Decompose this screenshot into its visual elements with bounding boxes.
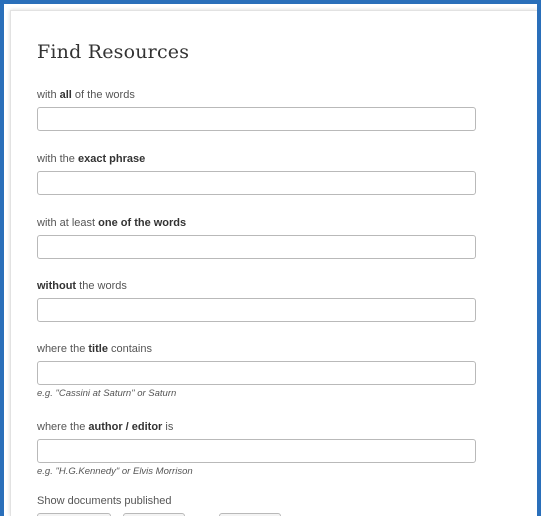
title-contains-input[interactable] <box>37 361 476 385</box>
author-hint: e.g. "H.G.Kennedy" or Elvis Morrison <box>37 466 193 477</box>
without-words-input[interactable] <box>37 298 476 322</box>
author-editor-input[interactable] <box>37 439 476 463</box>
label-one-of-words: with at least one of the words <box>37 217 187 229</box>
label-author-editor: where the author / editor is <box>37 421 174 433</box>
label-exact-phrase: with the exact phrase <box>37 153 146 165</box>
all-words-input[interactable] <box>37 107 476 131</box>
label-all-words: with all of the words <box>37 89 135 101</box>
find-resources-panel: Find Resources with all of the words wit… <box>10 10 537 516</box>
one-of-words-input[interactable] <box>37 235 476 259</box>
title-hint: e.g. "Cassini at Saturn" or Saturn <box>37 388 177 399</box>
window-frame: Find Resources with all of the words wit… <box>0 0 541 516</box>
label-show-published: Show documents published <box>37 495 172 507</box>
page-title: Find Resources <box>37 41 190 63</box>
exact-phrase-input[interactable] <box>37 171 476 195</box>
label-without-words: without the words <box>37 280 127 292</box>
label-title-contains: where the title contains <box>37 343 152 355</box>
